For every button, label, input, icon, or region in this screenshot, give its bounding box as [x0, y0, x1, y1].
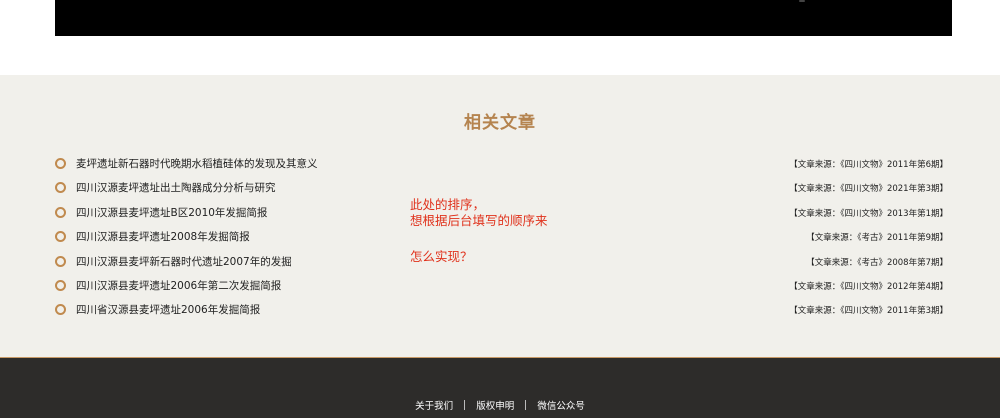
- top-area: [0, 0, 1000, 75]
- article-link[interactable]: 四川省汉源县麦坪遗址2006年发掘简报: [76, 302, 260, 317]
- circle-bullet-icon: [55, 231, 66, 243]
- article-source: 【文章来源：《四川文物》2011年第3期】: [789, 306, 948, 317]
- list-item: 麦坪遗址新石器时代晚期水稻植硅体的发现及其意义 【文章来源：《四川文物》2011…: [55, 155, 952, 179]
- article-source: 【文章来源：《四川文物》2012年第4期】: [789, 281, 948, 292]
- annotation-line: 此处的排序，: [410, 197, 486, 212]
- annotation-line: 怎么实现？: [410, 249, 473, 264]
- link-separator: [464, 400, 466, 410]
- annotation-line: 想根据后台填写的顺序来: [410, 213, 548, 228]
- about-us-link[interactable]: 关于我们: [415, 401, 453, 412]
- article-link[interactable]: 四川汉源县麦坪新石器时代遗址2007年的发掘: [76, 254, 292, 269]
- footer: 关于我们 版权申明 微信公众号: [0, 358, 1000, 418]
- article-source: 【文章来源：《考古》2011年第9期】: [806, 233, 948, 244]
- circle-bullet-icon: [55, 279, 66, 291]
- section-title: 相关文章: [464, 113, 536, 133]
- article-source: 【文章来源：《四川文物》2011年第6期】: [789, 160, 948, 170]
- list-item: 四川汉源县麦坪遗址2006年第二次发掘简报 【文章来源：《四川文物》2012年第…: [55, 277, 952, 301]
- circle-bullet-icon: [55, 182, 66, 194]
- related-articles-section: 相关文章 麦坪遗址新石器时代晚期水稻植硅体的发现及其意义 【文章来源：《四川文物…: [0, 75, 1000, 357]
- circle-bullet-icon: [55, 255, 66, 267]
- article-link[interactable]: 四川汉源县麦坪遗址2006年第二次发掘简报: [76, 278, 281, 293]
- link-separator: [525, 400, 527, 410]
- player-cursor-icon: [799, 0, 805, 2]
- circle-bullet-icon: [55, 304, 66, 316]
- article-link[interactable]: 四川汉源县麦坪遗址2008年发掘简报: [76, 229, 250, 244]
- media-player[interactable]: [55, 0, 952, 36]
- copyright-link[interactable]: 版权申明: [476, 401, 514, 412]
- article-link[interactable]: 四川汉源麦坪遗址出土陶器成分分析与研究: [76, 180, 276, 195]
- wechat-link[interactable]: 微信公众号: [537, 401, 585, 412]
- article-source: 【文章来源：《四川文物》2013年第1期】: [789, 208, 948, 219]
- circle-bullet-icon: [55, 206, 66, 218]
- footer-links: 关于我们 版权申明 微信公众号: [0, 398, 1000, 412]
- list-item: 四川省汉源县麦坪遗址2006年发掘简报 【文章来源：《四川文物》2011年第3期…: [55, 301, 952, 325]
- article-source: 【文章来源：《考古》2008年第7期】: [806, 257, 948, 268]
- annotation-note: 此处的排序， 想根据后台填写的顺序来 怎么实现？: [410, 197, 548, 265]
- article-link[interactable]: 麦坪遗址新石器时代晚期水稻植硅体的发现及其意义: [76, 156, 318, 171]
- circle-bullet-icon: [55, 158, 66, 169]
- article-source: 【文章来源：《四川文物》2021年第3期】: [789, 184, 948, 195]
- article-link[interactable]: 四川汉源县麦坪遗址B区2010年发掘简报: [76, 205, 267, 220]
